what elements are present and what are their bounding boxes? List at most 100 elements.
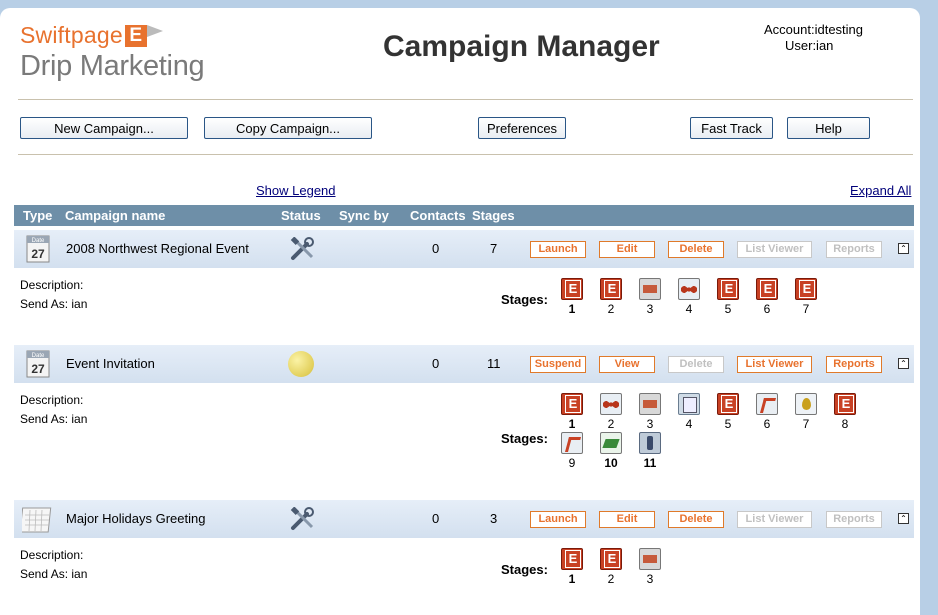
- drip-stage-icon[interactable]: [795, 393, 817, 415]
- user-label: User:ian: [785, 38, 834, 53]
- email-stage-icon[interactable]: [600, 548, 622, 570]
- contacts-count: 0: [432, 356, 440, 371]
- description-label: Description:: [20, 548, 84, 562]
- collapse-icon[interactable]: ⌃: [898, 513, 909, 524]
- campaign-name[interactable]: 2008 Northwest Regional Event: [66, 241, 249, 256]
- email-stage-icon[interactable]: [717, 393, 739, 415]
- fast-track-button[interactable]: Fast Track: [690, 117, 773, 139]
- campaign-row: Date 27 Event Invitation 0 11 Suspend Vi…: [14, 345, 914, 383]
- brand-e-icon: E: [124, 25, 147, 47]
- email-stage-icon[interactable]: [717, 278, 739, 300]
- stage-number: 1: [568, 302, 576, 316]
- list-viewer-button: List Viewer: [737, 241, 812, 258]
- list-viewer-button: List Viewer: [737, 511, 812, 528]
- divider: [18, 99, 913, 100]
- edit-button[interactable]: Edit: [599, 241, 655, 258]
- fax-stage-icon[interactable]: [678, 393, 700, 415]
- delete-button[interactable]: Delete: [668, 241, 724, 258]
- brand-swoosh-icon: [146, 25, 163, 37]
- help-button[interactable]: Help: [787, 117, 870, 139]
- email-stage-icon[interactable]: [834, 393, 856, 415]
- split-stage-icon[interactable]: [756, 393, 778, 415]
- campaign-row: Date 27 2008 Northwest Regional Event 0 …: [14, 230, 914, 268]
- collapse-icon[interactable]: ⌃: [898, 358, 909, 369]
- app-window: Swiftpage E Drip Marketing Campaign Manag…: [0, 8, 920, 615]
- header-status: Status: [281, 208, 321, 223]
- postcard-stage-icon[interactable]: [639, 393, 661, 415]
- stage-number: 1: [568, 417, 576, 431]
- divider: [18, 154, 913, 155]
- reports-button: Reports: [826, 241, 882, 258]
- stage-number: 9: [568, 456, 576, 470]
- stages-count: 7: [490, 241, 498, 256]
- svg-text:Date: Date: [32, 238, 45, 244]
- preferences-button[interactable]: Preferences: [478, 117, 566, 139]
- call-list-stage-icon[interactable]: [600, 393, 622, 415]
- calendar-grid-icon: [22, 507, 52, 533]
- copy-campaign-button[interactable]: Copy Campaign...: [204, 117, 372, 139]
- brand-name: Swiftpage: [20, 22, 123, 48]
- account-label: Account:idtesting: [764, 22, 864, 37]
- send-as-label: Send As: ian: [20, 412, 88, 426]
- csv-export-stage-icon[interactable]: [600, 432, 622, 454]
- stage-number: 6: [763, 302, 771, 316]
- new-campaign-button[interactable]: New Campaign...: [20, 117, 188, 139]
- stage-number: 5: [724, 417, 732, 431]
- campaign-name[interactable]: Event Invitation: [66, 356, 155, 371]
- stages-label: Stages:: [501, 431, 548, 446]
- brand-subtitle: Drip Marketing: [20, 50, 205, 82]
- stages-label: Stages:: [501, 292, 548, 307]
- delete-button[interactable]: Delete: [668, 511, 724, 528]
- reports-button: Reports: [826, 511, 882, 528]
- email-stage-icon[interactable]: [795, 278, 817, 300]
- stage-number: 3: [646, 572, 654, 586]
- reports-button[interactable]: Reports: [826, 356, 882, 373]
- email-stage-icon[interactable]: [561, 278, 583, 300]
- split-stage-icon[interactable]: [561, 432, 583, 454]
- email-stage-icon[interactable]: [600, 278, 622, 300]
- view-button[interactable]: View: [599, 356, 655, 373]
- postcard-stage-icon[interactable]: [639, 278, 661, 300]
- running-moon-icon: [288, 351, 314, 377]
- calendar-27-icon: Date 27: [26, 350, 50, 378]
- stage-number: 7: [802, 417, 810, 431]
- header-sync-by: Sync by: [339, 208, 389, 223]
- stage-number: 2: [607, 417, 615, 431]
- campaign-row: Major Holidays Greeting 0 3 Launch Edit …: [14, 500, 914, 538]
- email-stage-icon[interactable]: [561, 393, 583, 415]
- description-label: Description:: [20, 278, 84, 292]
- tools-icon: [290, 507, 314, 530]
- phone-stage-icon[interactable]: [639, 432, 661, 454]
- table-header: Type Campaign name Status Sync by Contac…: [14, 205, 914, 226]
- header-campaign-name: Campaign name: [65, 208, 166, 223]
- launch-button[interactable]: Launch: [530, 241, 586, 258]
- stages-count: 3: [490, 511, 498, 526]
- stage-number: 6: [763, 417, 771, 431]
- page-title: Campaign Manager: [383, 30, 660, 63]
- brand-logo: Swiftpage E: [20, 22, 163, 49]
- email-stage-icon[interactable]: [561, 548, 583, 570]
- stage-number: 3: [646, 302, 654, 316]
- launch-button[interactable]: Launch: [530, 511, 586, 528]
- edit-button[interactable]: Edit: [599, 511, 655, 528]
- header-stages: Stages: [472, 208, 515, 223]
- email-stage-icon[interactable]: [756, 278, 778, 300]
- call-list-stage-icon[interactable]: [678, 278, 700, 300]
- stages-label: Stages:: [501, 562, 548, 577]
- show-legend-link[interactable]: Show Legend: [256, 183, 336, 198]
- stage-number: 2: [607, 302, 615, 316]
- stage-number: 3: [646, 417, 654, 431]
- delete-button: Delete: [668, 356, 724, 373]
- campaign-name[interactable]: Major Holidays Greeting: [66, 511, 205, 526]
- contacts-count: 0: [432, 241, 440, 256]
- collapse-icon[interactable]: ⌃: [898, 243, 909, 254]
- stage-number: 10: [604, 456, 618, 470]
- expand-all-link[interactable]: Expand All: [850, 183, 911, 198]
- suspend-button[interactable]: Suspend: [530, 356, 586, 373]
- svg-text:27: 27: [31, 247, 45, 261]
- list-viewer-button[interactable]: List Viewer: [737, 356, 812, 373]
- stage-number: 8: [841, 417, 849, 431]
- contacts-count: 0: [432, 511, 440, 526]
- header-contacts: Contacts: [410, 208, 466, 223]
- postcard-stage-icon[interactable]: [639, 548, 661, 570]
